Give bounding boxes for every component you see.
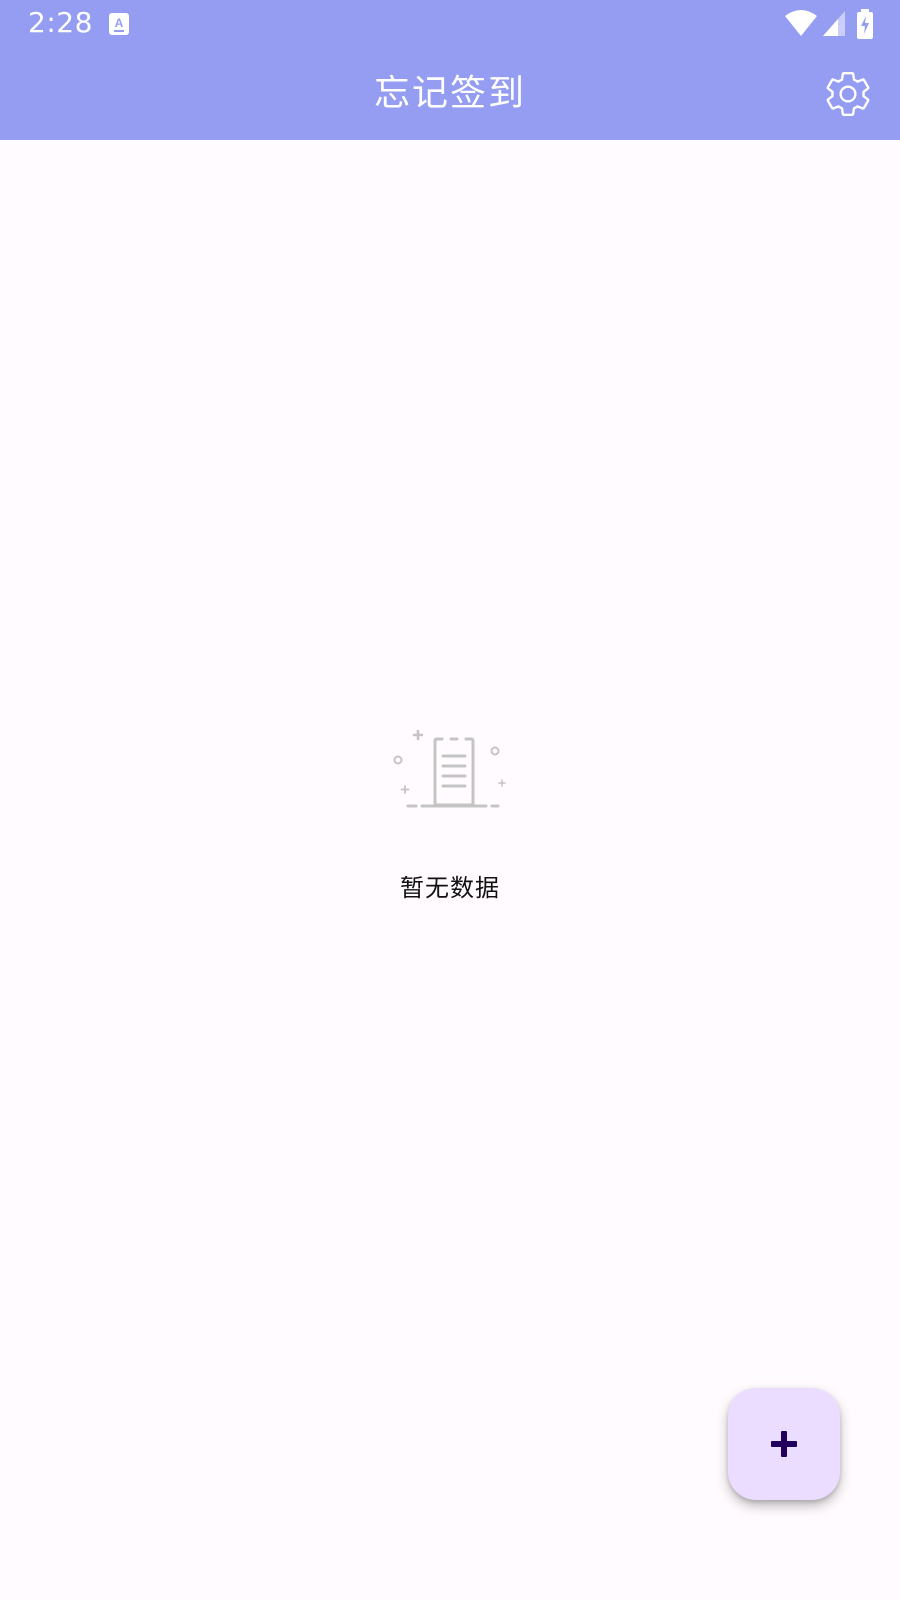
cell-signal-icon [823, 11, 845, 36]
add-button[interactable] [728, 1388, 840, 1500]
a-keyboard-icon: A [108, 12, 130, 36]
empty-state: 暂无数据 [0, 730, 900, 903]
status-bar: 2:28 A [0, 0, 900, 48]
empty-clipboard-icon [393, 730, 506, 808]
status-time: 2:28 [28, 6, 93, 39]
app-screen: 2:28 A 忘记签到 暂无数据 [0, 0, 900, 1600]
wifi-icon [785, 10, 817, 36]
app-header: 2:28 A 忘记签到 [0, 0, 900, 140]
empty-state-message: 暂无数据 [400, 874, 500, 902]
battery-charging-icon [857, 9, 873, 39]
page-title: 忘记签到 [373, 73, 526, 114]
plus-icon [771, 1431, 797, 1457]
settings-button[interactable] [822, 68, 874, 120]
svg-text:A: A [115, 16, 124, 30]
gear-icon [826, 72, 870, 116]
